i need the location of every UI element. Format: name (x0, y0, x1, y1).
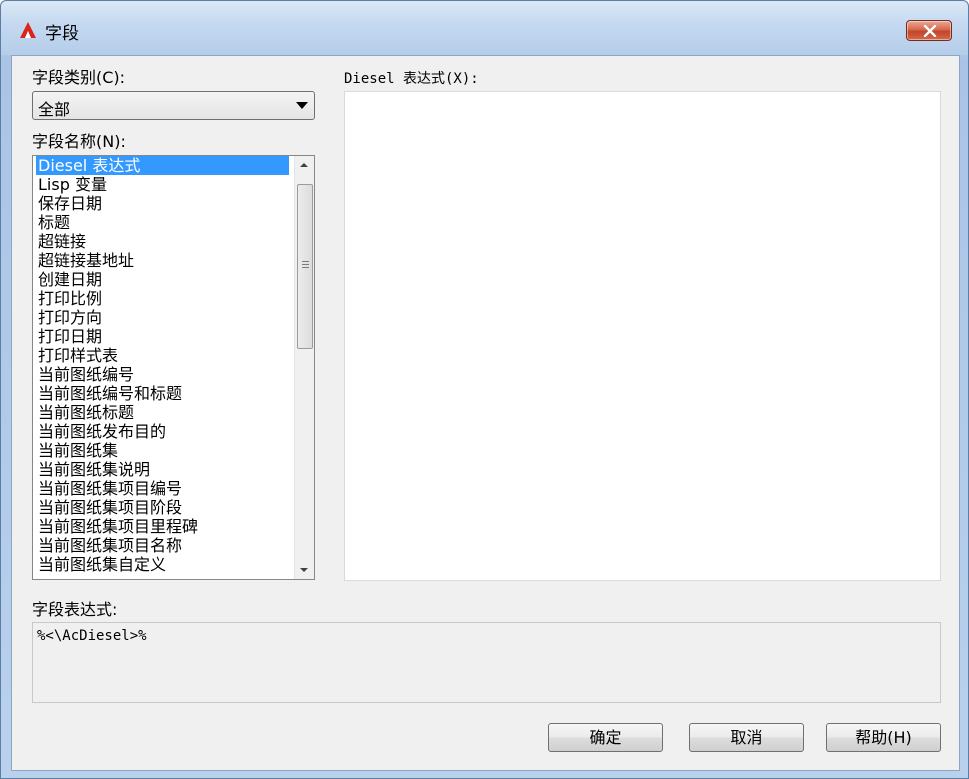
field-expression-box[interactable]: %<\AcDiesel>% (32, 622, 941, 703)
help-button[interactable]: 帮助(H) (826, 723, 941, 752)
dialog-client-area: 字段类别(C): 全部 字段名称(N): Diesel 表达式 Lisp 变量 … (11, 55, 960, 771)
category-label: 字段类别(C): (32, 68, 126, 87)
list-item[interactable]: 当前图纸发布目的 (36, 422, 289, 441)
chevron-down-icon (296, 102, 308, 109)
diesel-expression-input[interactable] (344, 91, 941, 581)
window-title: 字段 (45, 24, 79, 44)
list-item[interactable]: 打印比例 (36, 289, 289, 308)
close-icon (923, 25, 937, 37)
list-item[interactable]: 打印样式表 (36, 346, 289, 365)
cancel-button[interactable]: 取消 (689, 723, 804, 752)
scroll-up-arrow-icon[interactable] (295, 156, 314, 175)
scroll-down-arrow-icon[interactable] (295, 560, 314, 579)
autocad-logo-icon (19, 21, 37, 39)
list-item[interactable]: Lisp 变量 (36, 175, 289, 194)
list-item[interactable]: 当前图纸集项目阶段 (36, 498, 289, 517)
list-item[interactable]: 超链接 (36, 232, 289, 251)
list-item[interactable]: 当前图纸编号和标题 (36, 384, 289, 403)
ok-button[interactable]: 确定 (548, 723, 663, 752)
grip-icon (302, 261, 309, 270)
diesel-expression-label: Diesel 表达式(X): (344, 71, 479, 87)
list-item[interactable]: 打印方向 (36, 308, 289, 327)
title-bar[interactable]: 字段 (1, 1, 968, 55)
list-item[interactable]: 当前图纸集项目名称 (36, 536, 289, 555)
field-names-label: 字段名称(N): (32, 132, 126, 151)
field-names-list: Diesel 表达式 Lisp 变量 保存日期 标题 超链接 超链接基地址 创建… (36, 156, 289, 574)
list-item[interactable]: Diesel 表达式 (36, 156, 289, 175)
list-item[interactable]: 当前图纸集说明 (36, 460, 289, 479)
list-item[interactable]: 当前图纸标题 (36, 403, 289, 422)
list-item[interactable]: 当前图纸集项目编号 (36, 479, 289, 498)
list-item[interactable]: 当前图纸集 (36, 441, 289, 460)
field-expression-label: 字段表达式: (32, 600, 118, 619)
category-dropdown[interactable]: 全部 (32, 91, 315, 120)
vertical-scrollbar[interactable] (294, 156, 314, 579)
list-item[interactable]: 当前图纸集自定义 (36, 555, 289, 574)
field-dialog-window: 字段 字段类别(C): 全部 字段名称(N): Diesel 表达式 Lisp … (0, 0, 969, 779)
list-item[interactable]: 创建日期 (36, 270, 289, 289)
field-names-listbox[interactable]: Diesel 表达式 Lisp 变量 保存日期 标题 超链接 超链接基地址 创建… (32, 155, 315, 580)
list-item[interactable]: 当前图纸集项目里程碑 (36, 517, 289, 536)
list-item[interactable]: 保存日期 (36, 194, 289, 213)
list-item[interactable]: 标题 (36, 213, 289, 232)
list-item[interactable]: 超链接基地址 (36, 251, 289, 270)
list-item[interactable]: 当前图纸编号 (36, 365, 289, 384)
close-button[interactable] (906, 20, 952, 41)
category-selected-value: 全部 (38, 100, 71, 119)
scrollbar-thumb[interactable] (297, 184, 313, 349)
field-expression-value: %<\AcDiesel>% (37, 628, 147, 644)
list-item[interactable]: 打印日期 (36, 327, 289, 346)
